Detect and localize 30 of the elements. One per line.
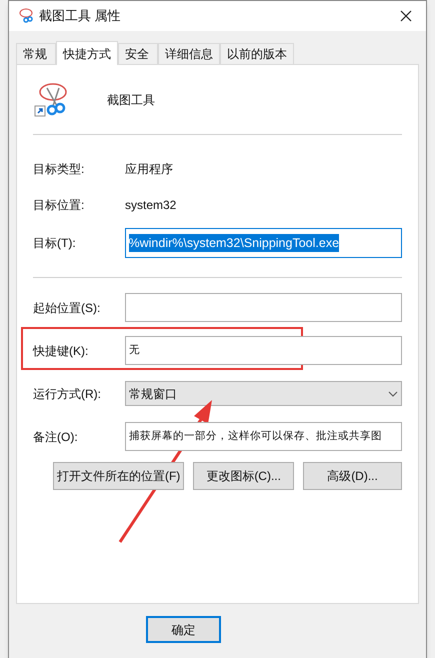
app-name: 截图工具 bbox=[107, 92, 155, 109]
field-label: 目标类型: bbox=[33, 161, 86, 178]
target-field[interactable]: %windir%\system32\SnippingTool.exe bbox=[124, 228, 402, 258]
scissors-icon bbox=[17, 8, 33, 24]
field-value: %windir%\system32\SnippingTool.exe bbox=[128, 234, 340, 252]
input-field[interactable]: 捕获屏幕的一部分，这样你可以保存、批注或共享图 bbox=[125, 422, 402, 451]
action-button[interactable]: 高级(D)... bbox=[303, 462, 402, 490]
tab[interactable]: 以前的版本 bbox=[220, 43, 294, 64]
chevron-icon bbox=[388, 390, 398, 396]
input-field[interactable]: 无 bbox=[125, 336, 402, 365]
tab[interactable]: 详细信息 bbox=[158, 43, 220, 64]
action-button[interactable]: 更改图标(C)... bbox=[193, 462, 294, 490]
tab[interactable]: 常规 bbox=[16, 43, 56, 64]
scissors-icon bbox=[33, 82, 69, 118]
field-label: 目标(T): bbox=[33, 235, 77, 252]
field-label: 运行方式(R): bbox=[33, 386, 102, 402]
tab[interactable]: 快捷方式 bbox=[56, 41, 118, 65]
action-button[interactable]: 打开文件所在的位置(F) bbox=[53, 462, 184, 490]
close-icon[interactable] bbox=[400, 10, 412, 22]
ok-button[interactable]: 确定 bbox=[146, 616, 221, 643]
run-mode-dropdown[interactable]: 常规窗口 bbox=[125, 381, 402, 406]
tab[interactable]: 安全 bbox=[118, 43, 158, 64]
field-label: 备注(O): bbox=[33, 428, 79, 446]
field-label: 快捷键(K): bbox=[33, 342, 90, 360]
input-field[interactable] bbox=[125, 293, 402, 322]
field-value: 应用程序 bbox=[125, 161, 173, 178]
field-label: 起始位置(S): bbox=[33, 300, 102, 316]
window-title: 截图工具 属性 bbox=[39, 7, 122, 26]
field-value: system32 bbox=[125, 197, 176, 214]
field-label: 目标位置: bbox=[33, 197, 86, 214]
